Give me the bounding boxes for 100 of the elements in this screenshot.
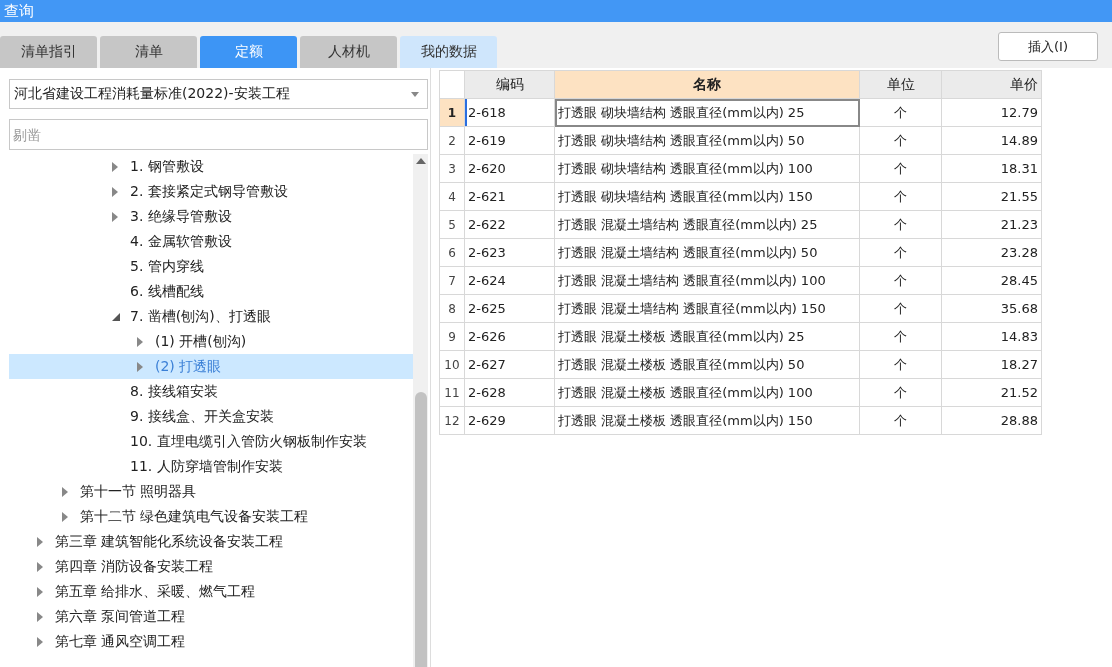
table-cell: 打透眼 混凝土楼板 透眼直径(mm以内) 25 — [554, 322, 860, 351]
table-cell: 打透眼 混凝土楼板 透眼直径(mm以内) 50 — [554, 350, 860, 379]
expand-triangle-icon[interactable] — [37, 611, 43, 622]
table-cell: 打透眼 砌块墙结构 透眼直径(mm以内) 25 — [554, 98, 860, 127]
tree-item[interactable]: 第十一节 照明器具 — [9, 479, 413, 504]
tree-item[interactable]: 第四章 消防设备安装工程 — [9, 554, 413, 579]
row-number[interactable]: 6 — [439, 238, 465, 267]
tree-item[interactable]: 第三章 建筑智能化系统设备安装工程 — [9, 529, 413, 554]
tree-item[interactable]: 第六章 泵间管道工程 — [9, 604, 413, 629]
table-cell: 打透眼 混凝土墙结构 透眼直径(mm以内) 25 — [554, 210, 860, 239]
expand-triangle-icon[interactable] — [62, 486, 68, 497]
expand-triangle-icon[interactable] — [112, 211, 118, 222]
tree-item[interactable]: 9. 接线盒、开关盒安装 — [9, 404, 413, 429]
expand-triangle-icon[interactable] — [37, 561, 43, 572]
expand-triangle-icon[interactable] — [112, 161, 118, 172]
table-cell: 14.89 — [941, 126, 1042, 155]
expand-triangle-icon[interactable] — [37, 536, 43, 547]
tab[interactable]: 我的数据 — [400, 36, 497, 68]
row-number[interactable]: 10 — [439, 350, 465, 379]
table-cell: 2-620 — [464, 154, 555, 183]
insert-button[interactable]: 插入(I) — [998, 32, 1098, 61]
table-cell: 23.28 — [941, 238, 1042, 267]
tree-item[interactable]: 第七章 通风空调工程 — [9, 629, 413, 654]
expand-triangle-icon[interactable] — [137, 336, 143, 347]
tree-item[interactable]: 7. 凿槽(刨沟)、打透眼 — [9, 304, 413, 329]
expand-triangle-icon[interactable] — [137, 361, 143, 372]
column-header[interactable]: 单位 — [859, 70, 942, 99]
table-cell: 2-625 — [464, 294, 555, 323]
library-dropdown[interactable]: 河北省建设工程消耗量标准(2022)-安装工程 — [9, 79, 428, 109]
collapse-triangle-icon[interactable] — [112, 312, 120, 321]
tree-item[interactable]: 第十二节 绿色建筑电气设备安装工程 — [9, 504, 413, 529]
table-cell: 个 — [859, 378, 942, 407]
table-cell: 打透眼 砌块墙结构 透眼直径(mm以内) 150 — [554, 182, 860, 211]
table-cell: 打透眼 混凝土楼板 透眼直径(mm以内) 100 — [554, 378, 860, 407]
tree-item[interactable]: 4. 金属软管敷设 — [9, 229, 413, 254]
table-cell: 2-627 — [464, 350, 555, 379]
row-number[interactable]: 12 — [439, 406, 465, 435]
table-cell: 14.83 — [941, 322, 1042, 351]
scroll-thumb[interactable] — [414, 392, 427, 667]
table-cell: 2-628 — [464, 378, 555, 407]
table-cell: 12.79 — [941, 98, 1042, 127]
row-number[interactable]: 1 — [439, 98, 465, 127]
expand-triangle-icon[interactable] — [62, 511, 68, 522]
dropdown-caret-icon — [411, 91, 419, 97]
window-title: 查询 — [3, 2, 34, 20]
table-cell: 2-618 — [464, 98, 555, 127]
table-cell: 2-621 — [464, 182, 555, 211]
table-cell: 2-629 — [464, 406, 555, 435]
table-cell: 打透眼 混凝土墙结构 透眼直径(mm以内) 50 — [554, 238, 860, 267]
table-cell: 2-624 — [464, 266, 555, 295]
table-cell: 个 — [859, 182, 942, 211]
table-cell: 个 — [859, 238, 942, 267]
column-header[interactable]: 名称 — [554, 70, 860, 99]
table-cell: 2-622 — [464, 210, 555, 239]
search-field[interactable]: 剔凿 — [9, 119, 428, 150]
scrollbar[interactable] — [413, 154, 428, 667]
column-header[interactable]: 单价 — [941, 70, 1042, 99]
tab[interactable]: 清单 — [100, 36, 197, 68]
tree-item[interactable]: 2. 套接紧定式钢导管敷设 — [9, 179, 413, 204]
table-cell: 打透眼 混凝土墙结构 透眼直径(mm以内) 100 — [554, 266, 860, 295]
row-number[interactable]: 7 — [439, 266, 465, 295]
tree-item[interactable]: (1) 开槽(刨沟) — [9, 329, 413, 354]
table-cell: 打透眼 混凝土楼板 透眼直径(mm以内) 150 — [554, 406, 860, 435]
table-cell: 2-619 — [464, 126, 555, 155]
table-cell: 个 — [859, 98, 942, 127]
tab[interactable]: 清单指引 — [0, 36, 97, 68]
expand-triangle-icon[interactable] — [112, 186, 118, 197]
tree-item[interactable]: 8. 接线箱安装 — [9, 379, 413, 404]
table-cell: 2-623 — [464, 238, 555, 267]
tree-item[interactable]: 11. 人防穿墙管制作安装 — [9, 454, 413, 479]
row-number[interactable]: 9 — [439, 322, 465, 351]
tree-item[interactable]: 5. 管内穿线 — [9, 254, 413, 279]
tree-item[interactable]: 3. 绝缘导管敷设 — [9, 204, 413, 229]
row-number[interactable]: 5 — [439, 210, 465, 239]
tab[interactable]: 人材机 — [300, 36, 397, 68]
tree-item[interactable]: 10. 直埋电缆引入管防火钢板制作安装 — [9, 429, 413, 454]
table-cell: 28.45 — [941, 266, 1042, 295]
tree-item[interactable]: 第五章 给排水、采暖、燃气工程 — [9, 579, 413, 604]
table-cell: 个 — [859, 210, 942, 239]
table-cell: 18.31 — [941, 154, 1042, 183]
column-header[interactable]: 编码 — [464, 70, 555, 99]
tree-item[interactable]: 1. 钢管敷设 — [9, 154, 413, 179]
table-cell: 个 — [859, 126, 942, 155]
row-number[interactable]: 2 — [439, 126, 465, 155]
table-cell: 个 — [859, 350, 942, 379]
table-cell: 2-626 — [464, 322, 555, 351]
row-number[interactable]: 11 — [439, 378, 465, 407]
table-cell: 打透眼 砌块墙结构 透眼直径(mm以内) 50 — [554, 126, 860, 155]
tree-item[interactable]: 6. 线槽配线 — [9, 279, 413, 304]
scroll-up-icon[interactable] — [415, 158, 426, 164]
table-cell: 21.23 — [941, 210, 1042, 239]
expand-triangle-icon[interactable] — [37, 636, 43, 647]
expand-triangle-icon[interactable] — [37, 586, 43, 597]
table-cell: 18.27 — [941, 350, 1042, 379]
row-number[interactable]: 8 — [439, 294, 465, 323]
table-cell: 打透眼 砌块墙结构 透眼直径(mm以内) 100 — [554, 154, 860, 183]
table-cell: 个 — [859, 322, 942, 351]
row-number[interactable]: 3 — [439, 154, 465, 183]
row-number[interactable]: 4 — [439, 182, 465, 211]
table-cell: 个 — [859, 406, 942, 435]
